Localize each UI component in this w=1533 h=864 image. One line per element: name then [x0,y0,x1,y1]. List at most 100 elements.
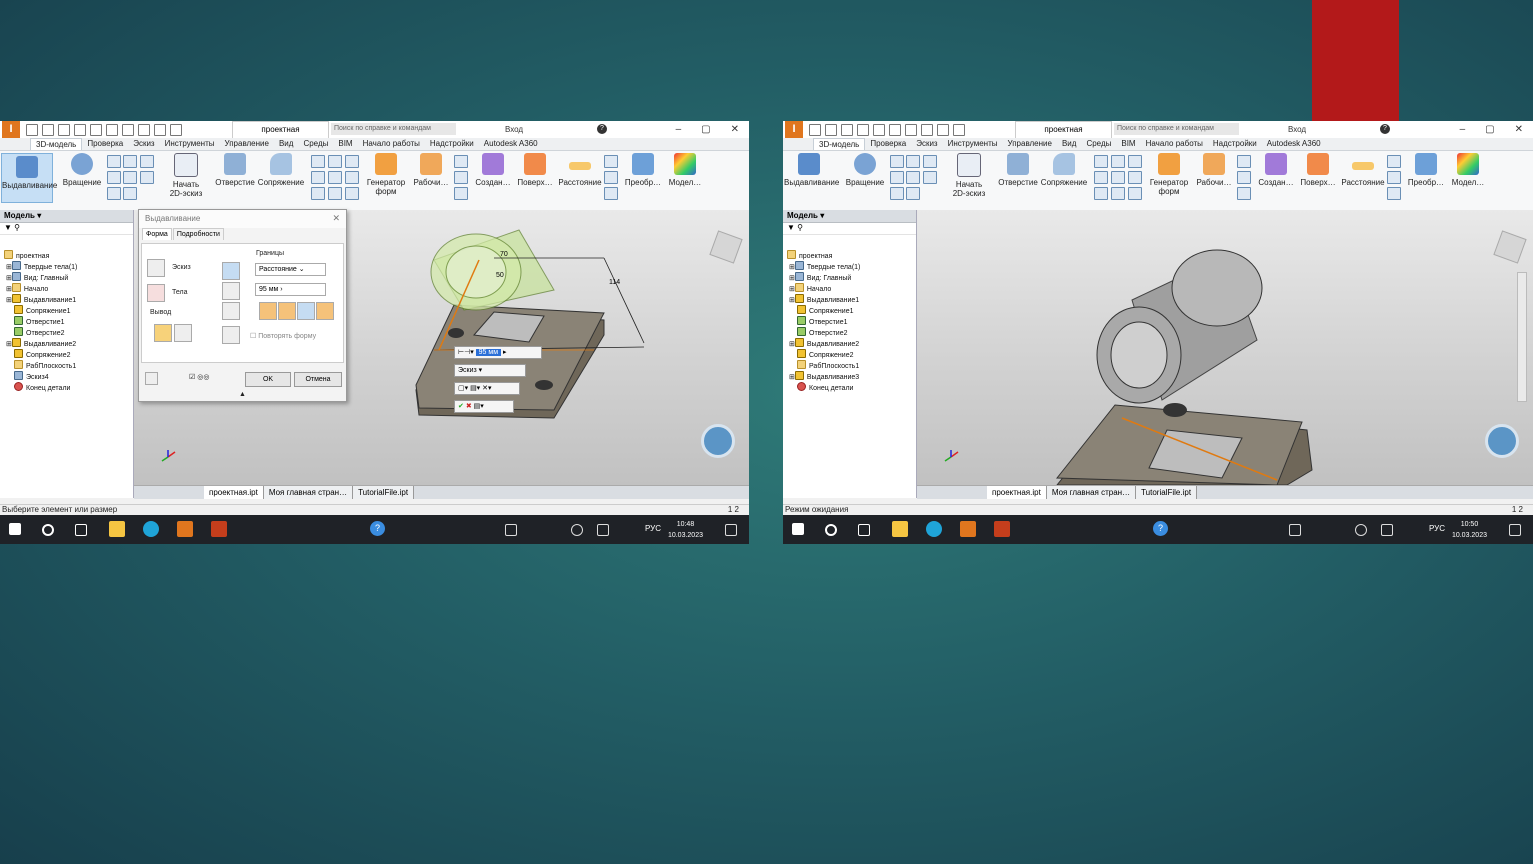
home-icon[interactable] [889,124,901,136]
tree-item[interactable]: Эскиз4 [0,371,133,382]
tree-item[interactable]: Сопряжение2 [0,349,133,360]
navigation-bar[interactable] [1517,272,1527,402]
ok-check-icon[interactable]: ✔ [458,403,464,410]
filter-icon[interactable]: ▼ [787,223,795,232]
extrude-button[interactable]: Выдавливание [784,153,839,201]
help-icon[interactable]: ? [597,124,607,134]
tray-icon[interactable] [505,524,517,536]
distance-button[interactable]: Расстояние [553,153,607,201]
cut-icon[interactable] [222,282,240,300]
tree-item[interactable]: ⊞ Твердые тела(1) [783,261,916,272]
maximize-icon[interactable]: ▢ [701,121,710,138]
tree-item[interactable]: Сопряжение1 [0,305,133,316]
tree-item[interactable]: ⊞ Начало [783,283,916,294]
emboss-icon[interactable] [123,171,137,184]
draft-icon[interactable] [1128,155,1142,168]
search-icon[interactable] [825,524,837,536]
derive-icon[interactable] [890,187,904,200]
work-features-button[interactable]: Рабочи… [406,153,456,201]
tab-environments[interactable]: Среды [298,138,333,150]
close-icon[interactable]: ✕ [1515,121,1523,138]
pattern-circ-icon[interactable] [1237,171,1251,184]
bounds-type-select[interactable]: Расстояние ⌄ [255,263,326,276]
tab-3d-model[interactable]: 3D-модель [30,138,83,150]
start-2d-sketch-button[interactable]: Начать 2D-эскиз [161,153,211,201]
hole-button[interactable]: Отверстие [210,153,260,201]
tree-item[interactable]: РабПлоскость1 [783,360,916,371]
open-icon[interactable] [42,124,54,136]
direct-edit-icon[interactable] [345,187,359,200]
filter-icon[interactable]: ▼ [4,223,12,232]
shell-icon[interactable] [1111,155,1125,168]
open-icon[interactable] [825,124,837,136]
redo-icon[interactable] [90,124,102,136]
update-icon[interactable] [937,124,949,136]
tree-item[interactable]: ⊞ Начало [0,283,133,294]
browser-header[interactable]: Модель ▾ [0,210,133,223]
direction-1-icon[interactable] [259,302,277,320]
language-indicator[interactable]: РУС [645,524,661,533]
powerpoint-icon[interactable] [994,521,1010,537]
model-simulation-button[interactable]: Модел… [1443,153,1493,201]
battery-icon[interactable] [1381,524,1393,536]
notifications-icon[interactable] [725,524,737,536]
direction-2-icon[interactable] [278,302,296,320]
area-icon[interactable] [604,187,618,200]
tree-item[interactable]: проектная [0,250,133,261]
save-icon[interactable] [58,124,70,136]
tree-item[interactable]: ⊞ Твердые тела(1) [0,261,133,272]
new-icon[interactable] [26,124,38,136]
intersect-icon[interactable] [222,302,240,320]
derive-icon[interactable] [107,187,121,200]
battery-icon[interactable] [597,524,609,536]
fillet-button[interactable]: Сопряжение [256,153,306,201]
inventor-taskbar-icon[interactable] [177,521,193,537]
preview-checkbox[interactable]: ☑ ◎◎ [189,373,209,381]
tray-icon[interactable] [1289,524,1301,536]
shape-generator-button[interactable]: Генератор форм [361,153,411,201]
tree-item[interactable]: Конец детали [0,382,133,393]
tab-addins[interactable]: Надстройки [1208,138,1262,150]
tree-item[interactable]: Отверстие2 [0,327,133,338]
start-icon[interactable] [9,523,21,535]
help-icon[interactable]: ? [1380,124,1390,134]
doc-tab[interactable]: Моя главная стран… [1046,486,1137,499]
decal-icon[interactable] [923,171,937,184]
find-icon[interactable]: ⚲ [14,223,20,232]
minimize-icon[interactable]: – [676,121,682,138]
revolve-button[interactable]: Вращение [840,153,890,201]
inventor-taskbar-icon[interactable] [960,521,976,537]
material-icon[interactable] [905,124,917,136]
tree-item[interactable]: проектная [783,250,916,261]
globe-icon[interactable] [571,524,583,536]
tab-inspect[interactable]: Проверка [82,138,128,150]
mini-ok-cancel[interactable]: ✔ ✖ ▤▾ [454,400,514,413]
start-icon[interactable] [792,523,804,535]
split-icon[interactable] [328,171,342,184]
decal-icon[interactable] [140,171,154,184]
globe-icon[interactable] [1355,524,1367,536]
dim-50[interactable]: 50 [496,272,504,279]
close-icon[interactable]: ✕ [731,121,739,138]
tab-bim[interactable]: BIM [333,138,357,150]
sweep-icon[interactable] [906,155,920,168]
save-icon[interactable] [841,124,853,136]
draft-icon[interactable] [345,155,359,168]
sweep-icon[interactable] [123,155,137,168]
tab-environments[interactable]: Среды [1081,138,1116,150]
tab-a360[interactable]: Autodesk A360 [479,138,543,150]
thicken-icon[interactable] [311,187,325,200]
split-icon[interactable] [1111,171,1125,184]
pattern-rect-icon[interactable] [454,155,468,168]
tab-tools[interactable]: Инструменты [160,138,220,150]
mini-output-options[interactable]: ▢▾ ▤▾ ✕▾ [454,382,520,395]
edge-icon[interactable] [143,521,159,537]
ok-button[interactable]: OK [245,372,291,387]
browser-header[interactable]: Модель ▾ [783,210,916,223]
new-icon[interactable] [809,124,821,136]
distance-input[interactable]: 95 мм › [255,283,326,296]
rib-icon[interactable] [140,155,154,168]
delete-face-icon[interactable] [328,187,342,200]
help-search-input[interactable]: Поиск по справке и командам [331,123,456,135]
thicken-icon[interactable] [1094,187,1108,200]
